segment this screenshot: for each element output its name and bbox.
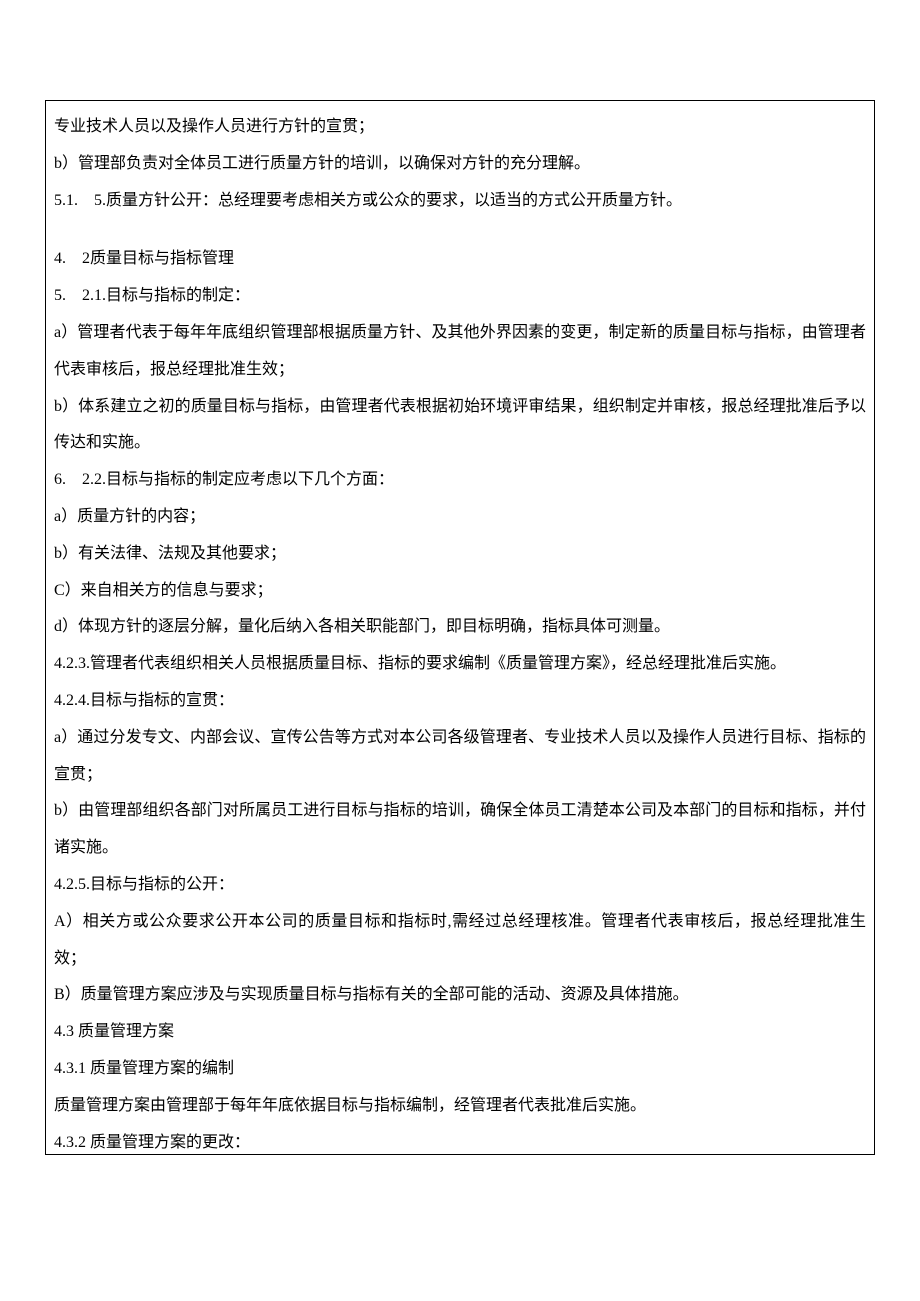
body-text-line: 5. 2.1.目标与指标的制定： bbox=[54, 278, 866, 315]
body-text-line: C）来自相关方的信息与要求； bbox=[54, 573, 866, 610]
body-text-line: 4. 2质量目标与指标管理 bbox=[54, 241, 866, 278]
body-text-line: b）由管理部组织各部门对所属员工进行目标与指标的培训，确保全体员工清楚本公司及本… bbox=[54, 793, 866, 867]
body-text-line: 专业技术人员以及操作人员进行方针的宣贯； bbox=[54, 109, 866, 146]
body-text-line: 质量管理方案由管理部于每年年底依据目标与指标编制，经管理者代表批准后实施。 bbox=[54, 1088, 866, 1125]
body-text-line: a）管理者代表于每年年底组织管理部根据质量方针、及其他外界因素的变更，制定新的质… bbox=[54, 315, 866, 389]
body-text-line: 4.2.3.管理者代表组织相关人员根据质量目标、指标的要求编制《质量管理方案》，… bbox=[54, 646, 866, 683]
blank-line bbox=[54, 219, 866, 241]
body-text-line: 6. 2.2.目标与指标的制定应考虑以下几个方面： bbox=[54, 462, 866, 499]
body-text-line: a）通过分发专文、内部会议、宣传公告等方式对本公司各级管理者、专业技术人员以及操… bbox=[54, 720, 866, 794]
body-text-line: a）质量方针的内容； bbox=[54, 499, 866, 536]
body-text-line: 4.3.2 质量管理方案的更改： bbox=[54, 1125, 866, 1162]
body-text-line: A）相关方或公众要求公开本公司的质量目标和指标时,需经过总经理核准。管理者代表审… bbox=[54, 904, 866, 978]
body-text-line: 4.2.5.目标与指标的公开： bbox=[54, 867, 866, 904]
body-text-line: 5.1. 5.质量方针公开：总经理要考虑相关方或公众的要求，以适当的方式公开质量… bbox=[54, 183, 866, 220]
body-text-line: d）体现方针的逐层分解，量化后纳入各相关职能部门，即目标明确，指标具体可测量。 bbox=[54, 609, 866, 646]
body-text-line: b）有关法律、法规及其他要求； bbox=[54, 536, 866, 573]
body-text-line: 4.3 质量管理方案 bbox=[54, 1014, 866, 1051]
body-text-line: b）体系建立之初的质量目标与指标，由管理者代表根据初始环境评审结果，组织制定并审… bbox=[54, 389, 866, 463]
body-text-line: b）管理部负责对全体员工进行质量方针的培训，以确保对方针的充分理解。 bbox=[54, 146, 866, 183]
body-text-line: 4.3.1 质量管理方案的编制 bbox=[54, 1051, 866, 1088]
document-page: 专业技术人员以及操作人员进行方针的宣贯； b）管理部负责对全体员工进行质量方针的… bbox=[45, 100, 875, 1155]
body-text-line: B）质量管理方案应涉及与实现质量目标与指标有关的全部可能的活动、资源及具体措施。 bbox=[54, 977, 866, 1014]
body-text-line: 4.2.4.目标与指标的宣贯： bbox=[54, 683, 866, 720]
